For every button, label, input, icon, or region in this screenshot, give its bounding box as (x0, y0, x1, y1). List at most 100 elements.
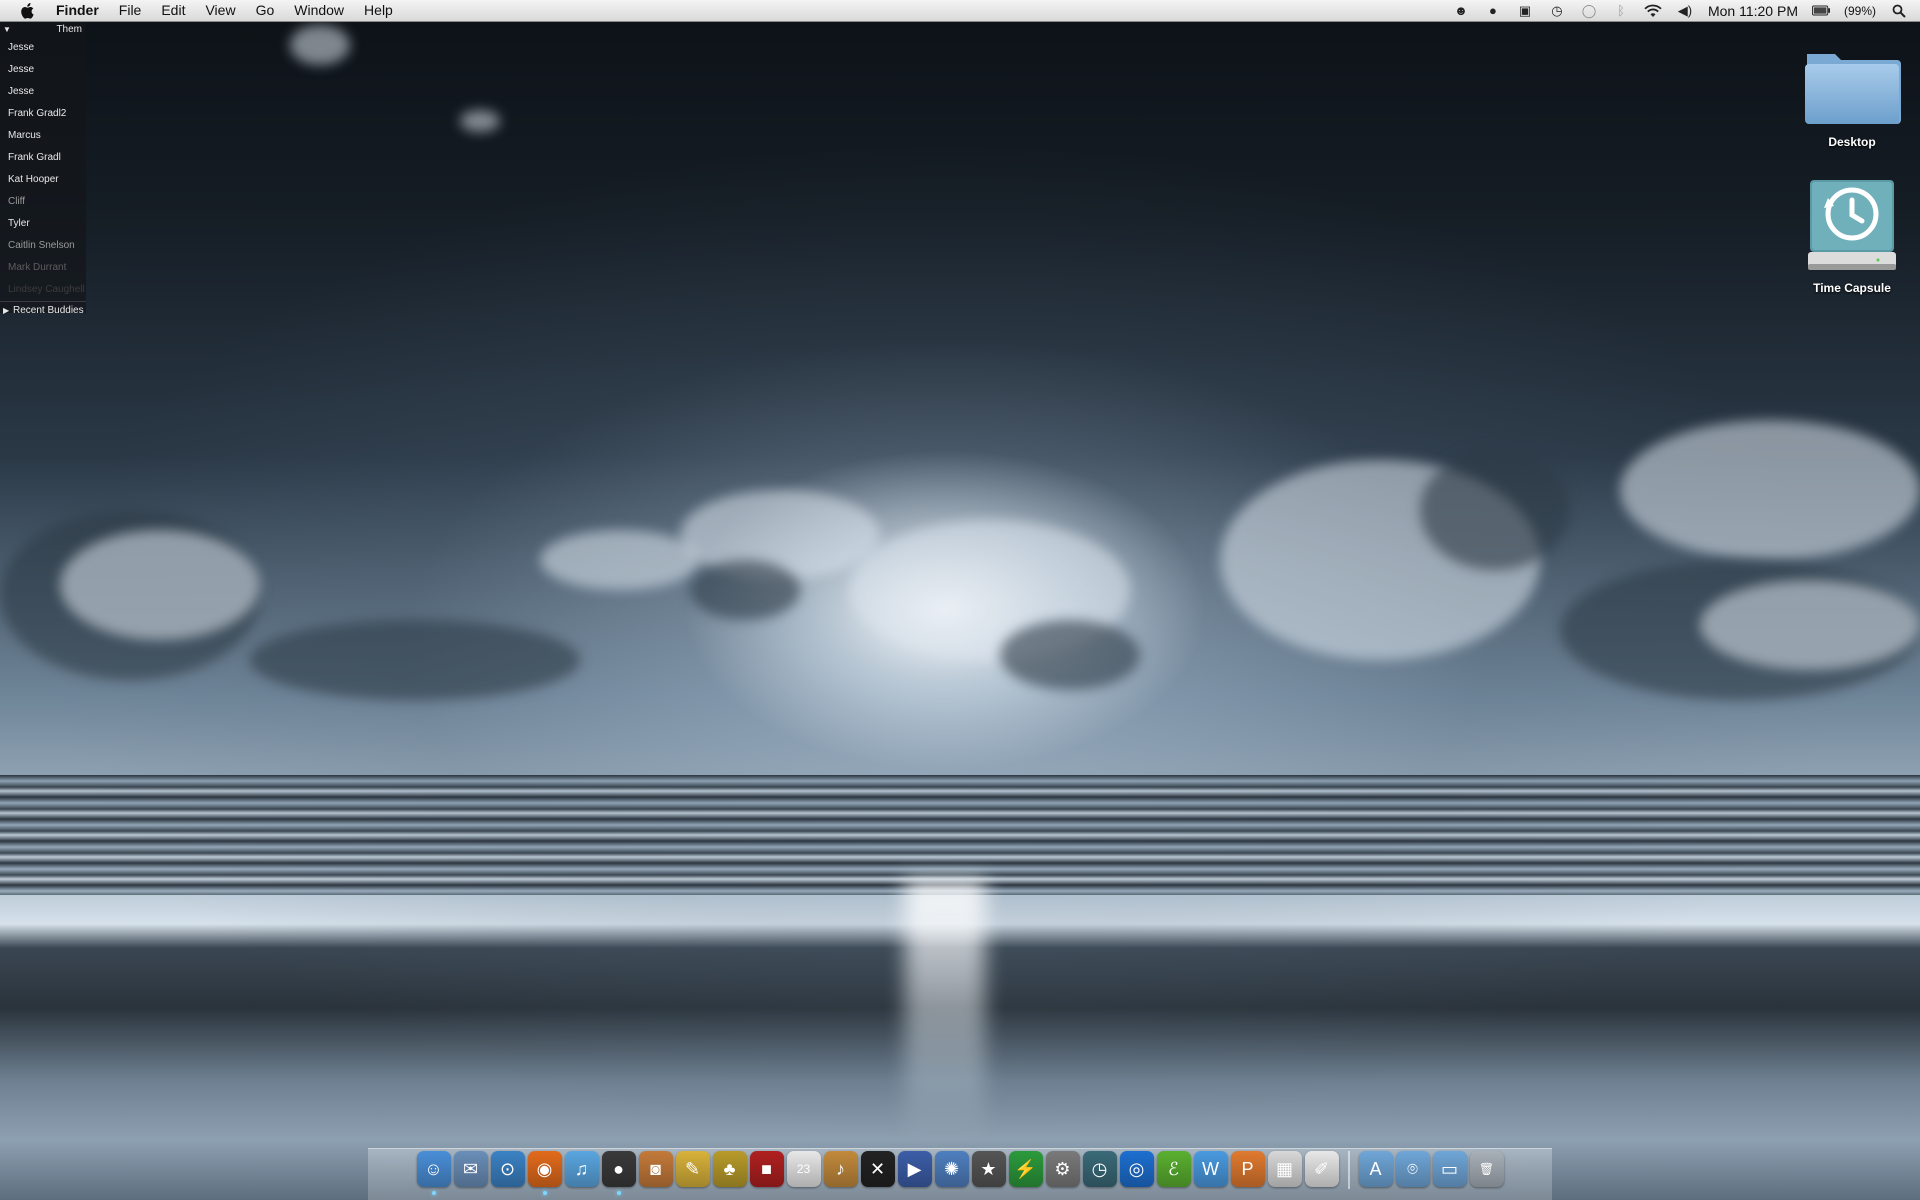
chat-icon[interactable]: ◯ (1580, 3, 1598, 19)
disclosure-down-icon[interactable]: ▼ (3, 25, 13, 34)
textedit-icon[interactable]: ✐ (1304, 1151, 1339, 1187)
time-capsule-icon (1808, 180, 1896, 270)
spreadsheet-icon[interactable]: ▦ (1267, 1151, 1302, 1187)
documents-stack-glyph: ▭ (1440, 1158, 1458, 1179)
x-app-icon[interactable]: ✕ (860, 1151, 895, 1187)
spotlight-icon[interactable] (1890, 3, 1908, 19)
desktop-wallpaper: Finder File Edit View Go Window Help ☻ ●… (0, 0, 1920, 1200)
cloud (1700, 580, 1920, 670)
ical-icon[interactable]: 23 (786, 1151, 821, 1187)
time-machine-icon[interactable]: ◷ (1548, 3, 1566, 19)
running-indicator (616, 1191, 621, 1195)
menu-file[interactable]: File (109, 0, 152, 21)
buddy-item[interactable]: Kat Hooper (0, 169, 86, 191)
ocean-waves (0, 775, 1920, 895)
firefox-icon[interactable]: ◉ (527, 1151, 562, 1195)
garageband-icon[interactable]: ♪ (823, 1151, 858, 1187)
star-app-icon[interactable]: ★ (971, 1151, 1006, 1187)
bluetooth-icon[interactable]: ᛒ (1612, 3, 1630, 19)
cloud (1620, 420, 1920, 560)
dvd-player-glyph: ◎ (1128, 1158, 1145, 1179)
instruments-icon[interactable]: ⚡ (1008, 1151, 1043, 1187)
documents-stack-icon[interactable]: ▭ (1432, 1151, 1467, 1187)
recent-buddies-group[interactable]: ▶ Recent Buddies (0, 301, 86, 318)
pencil-glyph: ✎ (684, 1158, 701, 1179)
imovie-icon[interactable]: ▶ (897, 1151, 932, 1187)
word-glyph: W (1202, 1158, 1219, 1179)
menu-edit[interactable]: Edit (151, 0, 195, 21)
iphoto-glyph: ◙ (650, 1158, 661, 1179)
time-machine-glyph: ◷ (1091, 1158, 1108, 1179)
buddy-group-header[interactable]: ▼ Them (0, 21, 86, 37)
dvd-player-icon[interactable]: ◎ (1119, 1151, 1154, 1187)
word-icon[interactable]: W (1193, 1151, 1228, 1187)
running-indicator (431, 1191, 436, 1195)
red-app-glyph: ■ (761, 1158, 772, 1179)
buddy-item[interactable]: Frank Gradl2 (0, 103, 86, 125)
sun-reflection (905, 880, 985, 1140)
downloads-stack-icon[interactable]: ⌾ (1395, 1151, 1430, 1187)
menu-finder[interactable]: Finder (52, 0, 109, 21)
instruments-glyph: ⚡ (1014, 1158, 1037, 1179)
adium-glyph: ● (613, 1158, 624, 1179)
battery-icon[interactable] (1811, 3, 1830, 19)
green-bird-icon[interactable]: ℰ (1156, 1151, 1191, 1187)
dock: ☺ ✉ ⊙ ◉ ♫ ● ◙ ✎ ♣ ■ 23 ♪ ✕ ▶ ✺ ★ ⚡ ⚙ ◷ ◎ ℰ W P ▦ ✐ A ⌾ ▭ 🗑 (368, 1148, 1552, 1200)
firefox-glyph: ◉ (536, 1158, 553, 1179)
skype-icon[interactable]: ☻ (1452, 3, 1470, 19)
adium-icon[interactable]: ▣ (1516, 3, 1534, 19)
buddy-item[interactable]: Jesse (0, 81, 86, 103)
time-machine-icon[interactable]: ◷ (1082, 1151, 1117, 1187)
battery-percent[interactable]: (99%) (1844, 4, 1876, 18)
buddy-item[interactable]: Mark Durrant (0, 257, 86, 279)
safari-icon[interactable]: ⊙ (490, 1151, 525, 1187)
textedit-glyph: ✐ (1313, 1158, 1330, 1179)
time-capsule-drive[interactable]: Time Capsule (1792, 178, 1912, 295)
pineapple-icon[interactable]: ♣ (712, 1151, 747, 1187)
disclosure-right-icon[interactable]: ▶ (3, 306, 13, 315)
swirl-app-icon[interactable]: ✺ (934, 1151, 969, 1187)
downloads-stack-glyph: ⌾ (1407, 1158, 1418, 1179)
buddy-item[interactable]: Cliff (0, 191, 86, 213)
trash-icon[interactable]: 🗑 (1469, 1151, 1504, 1187)
red-app-icon[interactable]: ■ (749, 1151, 784, 1187)
buddy-item[interactable]: Caitlin Snelson (0, 235, 86, 257)
menu-help[interactable]: Help (354, 0, 403, 21)
buddy-item[interactable]: Tyler (0, 213, 86, 235)
itunes-icon[interactable]: ♫ (564, 1151, 599, 1187)
cloud (1000, 620, 1140, 690)
cloud (540, 530, 700, 590)
cloud (460, 110, 500, 132)
volume-icon[interactable]: ◀) (1676, 3, 1694, 19)
apple-menu-icon[interactable] (16, 0, 38, 21)
menu-view[interactable]: View (195, 0, 245, 21)
record-icon[interactable]: ● (1484, 3, 1502, 19)
cloud (250, 620, 580, 700)
applications-stack-glyph: A (1369, 1158, 1382, 1179)
buddy-item[interactable]: Frank Gradl (0, 147, 86, 169)
buddy-item[interactable]: Lindsey Caughell (0, 279, 86, 301)
wifi-icon[interactable] (1644, 3, 1662, 19)
garageband-glyph: ♪ (836, 1158, 845, 1179)
desktop-folder[interactable]: Desktop (1792, 46, 1912, 149)
menu-go[interactable]: Go (246, 0, 285, 21)
iphoto-icon[interactable]: ◙ (638, 1151, 673, 1187)
time-capsule-label: Time Capsule (1813, 281, 1891, 295)
pencil-icon[interactable]: ✎ (675, 1151, 710, 1187)
buddy-item[interactable]: Jesse (0, 37, 86, 59)
folder-icon (1805, 54, 1901, 124)
buddy-item[interactable]: Jesse (0, 59, 86, 81)
buddy-item[interactable]: Marcus (0, 125, 86, 147)
menu-window[interactable]: Window (284, 0, 354, 21)
mail-stamp-icon[interactable]: ✉ (453, 1151, 488, 1187)
finder-icon[interactable]: ☺ (416, 1151, 451, 1195)
clock[interactable]: Mon 11:20 PM (1708, 3, 1798, 19)
adium-icon[interactable]: ● (601, 1151, 636, 1195)
star-app-glyph: ★ (980, 1158, 997, 1179)
powerpoint-icon[interactable]: P (1230, 1151, 1265, 1187)
cloud (60, 530, 260, 640)
running-indicator (542, 1191, 547, 1195)
cloud (690, 560, 800, 620)
applications-stack-icon[interactable]: A (1358, 1151, 1393, 1187)
system-preferences-icon[interactable]: ⚙ (1045, 1151, 1080, 1187)
